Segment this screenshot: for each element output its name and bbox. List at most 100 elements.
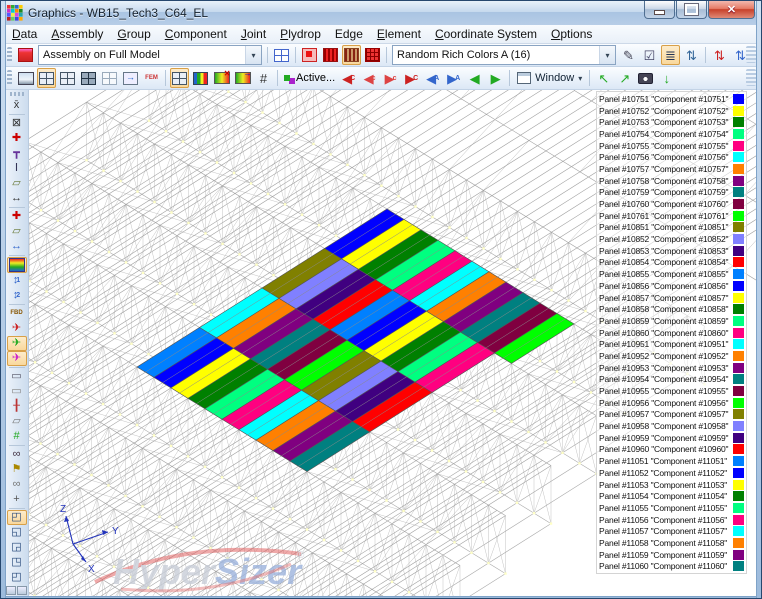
legend-row[interactable]: Panel #10951 "Component #10951" [599, 338, 744, 350]
toolbar-grip[interactable] [7, 70, 12, 86]
minimize-button[interactable] [644, 1, 675, 19]
legend-row[interactable]: Panel #10851 "Component #10851" [599, 222, 744, 234]
title-bar[interactable]: Graphics - WB15_Tech3_C64_EL ✕ [1, 1, 761, 25]
cube-view-5-icon[interactable]: ◰ [7, 570, 27, 585]
legend-row[interactable]: Panel #10852 "Component #10852" [599, 233, 744, 245]
mesh-toggle-sel-icon[interactable] [37, 68, 56, 88]
contour-flow-icon[interactable] [233, 68, 252, 88]
legend-row[interactable]: Panel #11053 "Component #11053" [599, 479, 744, 491]
skew-quad-icon[interactable]: ▱ [7, 414, 27, 429]
menu-edge[interactable]: Edge [328, 26, 370, 42]
menu-plydrop[interactable]: Plydrop [273, 26, 328, 42]
legend-row[interactable]: Panel #10953 "Component #10953" [599, 362, 744, 374]
fem-prop-icon[interactable]: FEM [142, 68, 161, 88]
view-glasses-icon[interactable]: ∞ [7, 477, 27, 492]
legend-row[interactable]: Panel #10758 "Component #10758" [599, 175, 744, 187]
legend-row[interactable]: Panel #10755 "Component #10755" [599, 140, 744, 152]
show-panel-icon[interactable] [300, 45, 319, 65]
zoom-prev-icon[interactable]: ↖ [594, 68, 613, 88]
add-fbd-icon[interactable]: ✚ [7, 209, 27, 224]
contour-panel-icon[interactable] [6, 256, 27, 273]
legend-row[interactable]: Panel #10754 "Component #10754" [599, 128, 744, 140]
crosshair-icon[interactable]: + [7, 492, 27, 507]
prev-component-icon[interactable]: ◀ c [360, 68, 379, 88]
dropdown-icon[interactable]: ▾ [245, 46, 261, 64]
snap-grid-icon[interactable]: # [7, 429, 27, 444]
legend-row[interactable]: Panel #10854 "Component #10854" [599, 257, 744, 269]
side-toolbar-footer[interactable] [5, 585, 28, 596]
show-beam-icon[interactable] [321, 45, 340, 65]
menu-joint[interactable]: Joint [234, 26, 273, 42]
edit-colors-icon[interactable]: ✎ [619, 45, 638, 65]
legend-row[interactable]: Panel #10853 "Component #10853" [599, 245, 744, 257]
legend-row[interactable]: Panel #10752 "Component #10752" [599, 105, 744, 117]
colors-combobox[interactable]: Random Rich Colors A (16) ▾ [392, 45, 616, 65]
menu-component[interactable]: Component [158, 26, 234, 42]
assembly-combobox[interactable]: Assembly on Full Model ▾ [38, 45, 262, 65]
color-levels-icon[interactable] [191, 68, 210, 88]
pane-layout-icon[interactable] [272, 45, 291, 65]
panel-load-icon[interactable]: ▱ [7, 224, 27, 239]
screenshot-icon[interactable] [636, 68, 655, 88]
legend-row[interactable]: Panel #10952 "Component #10952" [599, 350, 744, 362]
show-mesh-icon[interactable] [363, 45, 382, 65]
node-numbers-icon[interactable]: # [254, 68, 273, 88]
legend-row[interactable]: Panel #10960 "Component #10960" [599, 444, 744, 456]
menu-assembly[interactable]: Assembly [44, 26, 110, 42]
legend-row[interactable]: Panel #10957 "Component #10957" [599, 409, 744, 421]
legend-row[interactable]: Panel #10958 "Component #10958" [599, 420, 744, 432]
legend-row[interactable]: Panel #11059 "Component #11059" [599, 549, 744, 561]
legend-row[interactable]: Panel #11058 "Component #11058" [599, 537, 744, 549]
toolbar-grip[interactable] [9, 92, 24, 96]
mean-value-icon[interactable]: x̄ [7, 98, 27, 113]
menu-data[interactable]: Data [5, 26, 44, 42]
aircraft-green-icon[interactable]: ✈ [6, 335, 27, 351]
legend-row[interactable]: Panel #10855 "Component #10855" [599, 268, 744, 280]
mesh-toggle-icon[interactable] [58, 68, 77, 88]
legend-row[interactable]: Panel #10756 "Component #10756" [599, 151, 744, 163]
toolbar-overflow[interactable] [746, 46, 756, 63]
renumber-red-icon[interactable]: ⇅ [710, 45, 729, 65]
ibeam-icon[interactable]: Ⅰ [7, 161, 27, 176]
legend-list-icon[interactable]: ≣ [661, 45, 680, 65]
sort-legend-icon[interactable]: ⇅ [682, 45, 701, 65]
tee-stiffener-icon[interactable]: ┳ [7, 146, 27, 161]
cube-view-1-icon[interactable]: ◰ [6, 509, 27, 525]
legend-row[interactable]: Panel #11060 "Component #11060" [599, 561, 744, 573]
legend-row[interactable]: Panel #10760 "Component #10760" [599, 198, 744, 210]
beam-object-icon[interactable]: ↔ [7, 191, 27, 206]
legend-row[interactable]: Panel #10954 "Component #10954" [599, 374, 744, 386]
dropdown-icon[interactable]: ▾ [599, 46, 615, 64]
zoom-next-icon[interactable]: ↗ [615, 68, 634, 88]
save-view-icon[interactable]: ↓ [657, 68, 676, 88]
cube-view-4-icon[interactable]: ◳ [7, 555, 27, 570]
legend-row[interactable]: Panel #11054 "Component #11054" [599, 490, 744, 502]
model-viewport[interactable]: HyperSizer ® Z Y X Panel #10751 "Component #… [29, 90, 757, 596]
dimension-1-icon[interactable]: ↕ 1 [7, 273, 27, 288]
legend-row[interactable]: Panel #10860 "Component #10860" [599, 327, 744, 339]
legend-row[interactable]: Panel #10751 "Component #10751" [599, 93, 744, 105]
legend-row[interactable]: Panel #10859 "Component #10859" [599, 315, 744, 327]
next-assembly-icon[interactable]: ▶ A [444, 68, 463, 88]
contour-off-icon[interactable] [212, 68, 231, 88]
light-mesh-icon[interactable] [100, 68, 119, 88]
active-button[interactable]: Active... [281, 69, 338, 87]
element-mesh-sel-icon[interactable] [170, 68, 189, 88]
prev-group-icon[interactable]: ◀ [465, 68, 484, 88]
menu-group[interactable]: Group [110, 26, 157, 42]
cube-view-3-icon[interactable]: ◲ [7, 540, 27, 555]
legend-row[interactable]: Panel #10955 "Component #10955" [599, 385, 744, 397]
shaded-mesh-icon[interactable] [79, 68, 98, 88]
assembly-set-icon[interactable] [16, 45, 35, 65]
first-component-icon[interactable]: ◀ C [339, 68, 358, 88]
next-component-icon[interactable]: ▶ c [381, 68, 400, 88]
legend-row[interactable]: Panel #10757 "Component #10757" [599, 163, 744, 175]
prev-assembly-icon[interactable]: ◀ A [423, 68, 442, 88]
rect-select-icon[interactable]: ▭ [7, 384, 27, 399]
last-component-icon[interactable]: ▶ C [402, 68, 421, 88]
aircraft-magenta-icon[interactable]: ✈ [6, 350, 27, 366]
toolbar-overflow[interactable] [746, 69, 756, 86]
maximize-button[interactable] [676, 1, 707, 19]
display-options-icon[interactable] [16, 68, 35, 88]
add-annotation-icon[interactable]: ✚ [7, 131, 27, 146]
